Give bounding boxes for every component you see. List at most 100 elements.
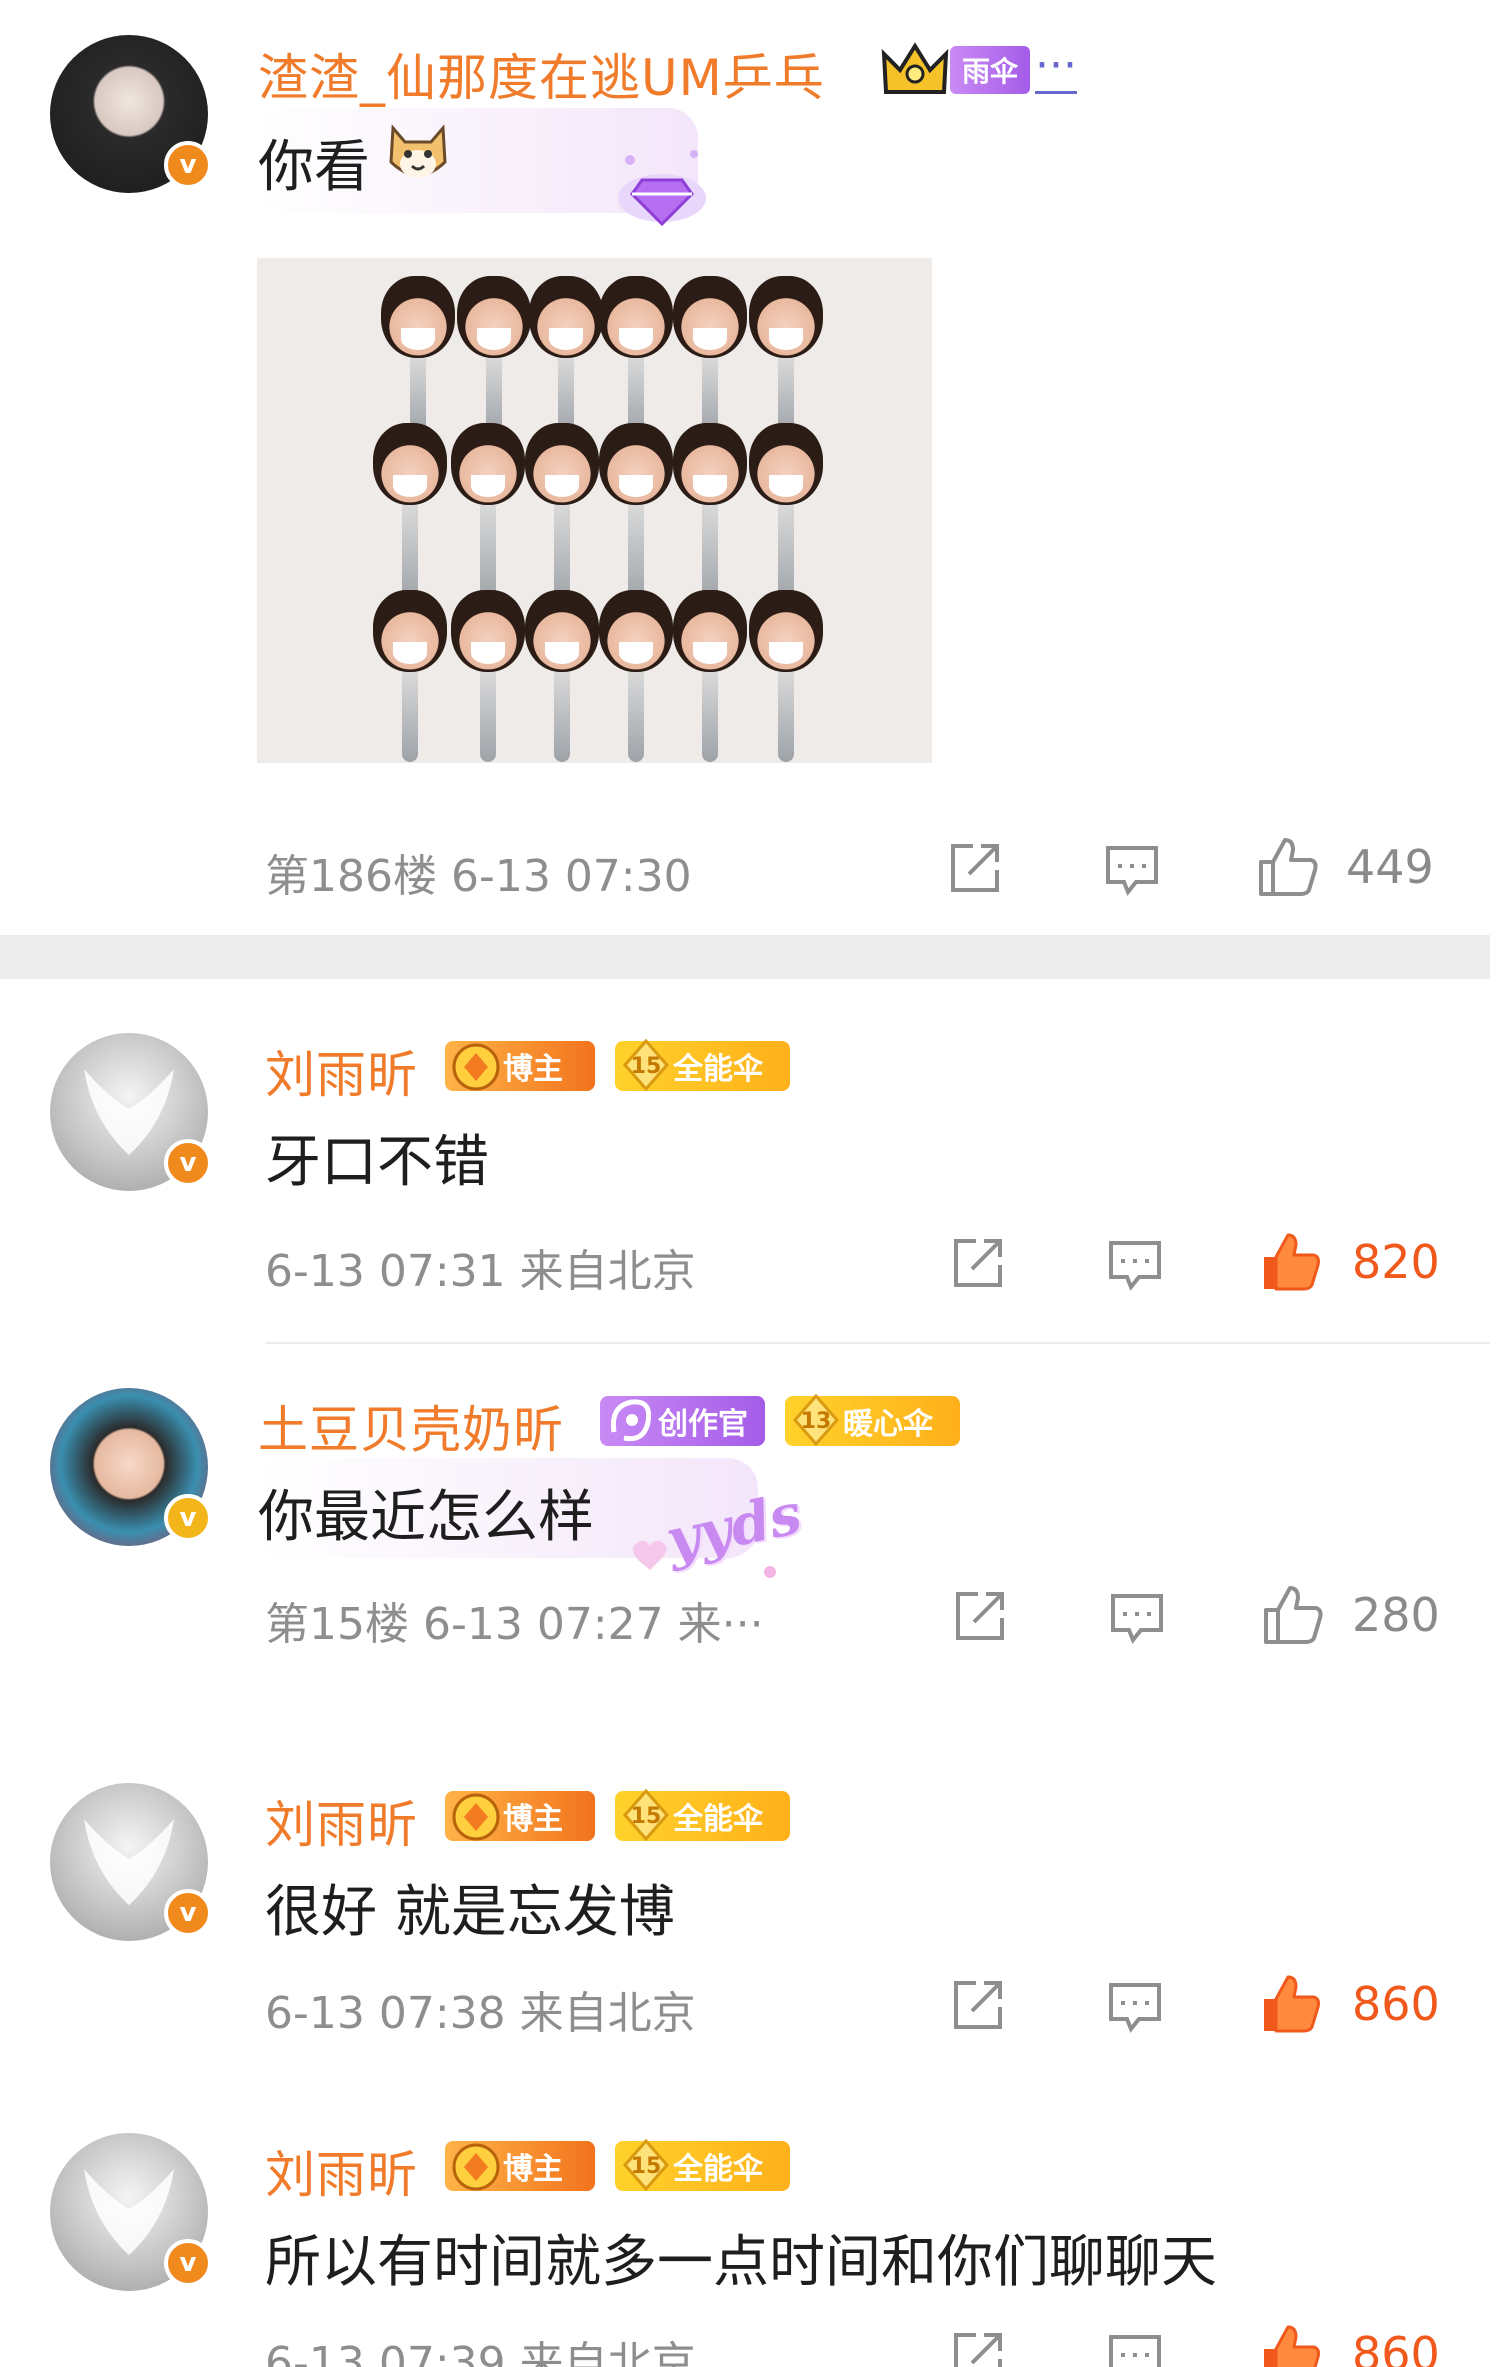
section-separator — [0, 935, 1490, 979]
photo-fan — [599, 423, 673, 605]
photo-fan — [749, 423, 823, 605]
comment-time-location: 6-13 07:31 来自北京 — [265, 1246, 696, 1297]
share-icon[interactable] — [945, 838, 1005, 898]
photo-fan — [457, 276, 531, 436]
photo-fan — [599, 276, 673, 436]
verified-icon: v — [164, 1494, 212, 1542]
avatar[interactable]: v — [50, 35, 212, 193]
avatar[interactable]: v — [50, 1783, 212, 1941]
comment-image[interactable] — [257, 258, 932, 763]
svg-text:15: 15 — [631, 1804, 662, 1829]
like-icon[interactable] — [1260, 1582, 1326, 1648]
blogger-emblem-icon — [452, 1793, 500, 1841]
verified-icon: v — [164, 141, 212, 189]
avatar-logo-icon — [84, 2169, 174, 2255]
photo-fan — [525, 423, 599, 605]
like-count: 860 — [1352, 2327, 1440, 2367]
share-icon[interactable] — [948, 1975, 1008, 2035]
comment-text: 所以有时间就多一点时间和你们聊聊天 — [265, 2230, 1217, 2295]
reply-icon[interactable] — [1102, 840, 1162, 900]
diamond-sticker-icon — [618, 150, 706, 227]
share-icon[interactable] — [950, 1586, 1010, 1646]
level-emblem-icon: 15 — [623, 1038, 669, 1092]
crown-icon — [881, 42, 949, 94]
cat-emoji-icon — [389, 124, 447, 178]
avatar[interactable]: v — [50, 1033, 212, 1191]
badge-label: 博主 — [503, 1052, 563, 1087]
reply-icon[interactable] — [1107, 1588, 1167, 1648]
photo-fan — [381, 276, 455, 436]
verified-icon: v — [164, 1889, 212, 1937]
comment-text: 你最近怎么样 — [258, 1485, 594, 1550]
reply-icon[interactable] — [1105, 1235, 1165, 1295]
like-filled-icon[interactable] — [1258, 2321, 1324, 2367]
share-icon[interactable] — [948, 1233, 1008, 1293]
photo-fan — [373, 590, 447, 762]
comment-text: 你看 — [258, 135, 370, 200]
photo-fan — [749, 276, 823, 436]
badge-umbrella[interactable]: 雨伞 — [950, 46, 1031, 94]
comment-text: 牙口不错 — [265, 1130, 489, 1195]
reply-icon[interactable] — [1105, 1977, 1165, 2037]
photo-fan — [451, 590, 525, 762]
like-count: 820 — [1352, 1235, 1440, 1289]
badge-label: 博主 — [503, 1802, 563, 1837]
badge-label: 博主 — [503, 2152, 563, 2187]
badge-blogger[interactable]: 博主 — [445, 1041, 595, 1091]
creator-emblem-icon — [610, 1399, 652, 1442]
photo-fan — [525, 590, 599, 762]
like-count: 860 — [1352, 1977, 1440, 2031]
more-link[interactable]: ··· — [1035, 40, 1077, 94]
verified-icon: v — [164, 2239, 212, 2287]
comment-floor-time: 第186楼 6-13 07:30 — [265, 851, 692, 902]
comment-time-location: 6-13 07:38 来自北京 — [265, 1988, 696, 2039]
verified-icon: v — [164, 1139, 212, 1187]
like-count: 280 — [1352, 1588, 1440, 1642]
comment-floor-time: 第15楼 6-13 07:27 来··· — [265, 1599, 764, 1650]
badge-creator[interactable]: 创作官 — [600, 1396, 765, 1446]
photo-fan — [749, 590, 823, 762]
photo-fan — [599, 590, 673, 762]
share-icon[interactable] — [948, 2327, 1008, 2367]
blogger-emblem-icon — [452, 1043, 500, 1091]
badge-label: 全能伞 — [673, 1802, 763, 1837]
comment-text: 很好 就是忘发博 — [265, 1880, 675, 1945]
photo-fan — [673, 276, 747, 436]
like-icon[interactable] — [1255, 834, 1321, 900]
username[interactable]: 刘雨昕 — [265, 1035, 418, 1107]
divider — [265, 1342, 1490, 1344]
blogger-emblem-icon — [452, 2143, 500, 2191]
username[interactable]: 刘雨昕 — [265, 1785, 418, 1857]
avatar[interactable]: v — [50, 2133, 212, 2291]
level-emblem-icon: 15 — [623, 2138, 669, 2192]
badge-blogger[interactable]: 博主 — [445, 2141, 595, 2191]
like-filled-icon[interactable] — [1258, 1971, 1324, 2037]
avatar-logo-icon — [84, 1069, 174, 1155]
like-filled-icon[interactable] — [1258, 1229, 1324, 1295]
photo-fan — [451, 423, 525, 605]
avatar-logo-icon — [84, 1819, 174, 1905]
photo-fan — [373, 423, 447, 605]
username[interactable]: 土豆贝壳奶昕 — [258, 1390, 564, 1462]
badge-umbrella[interactable]: 15 全能伞 — [615, 1038, 790, 1092]
photo-fan — [529, 276, 603, 436]
username[interactable]: 刘雨昕 — [265, 2135, 418, 2207]
comment-time-location: 6-13 07:39 来自北京 — [265, 2338, 696, 2367]
svg-text:13: 13 — [801, 1409, 832, 1434]
username[interactable]: 渣渣_仙那度在逃UM乒乓 — [258, 38, 898, 110]
badge-label: 全能伞 — [673, 2152, 763, 2187]
like-count: 449 — [1346, 840, 1434, 894]
badge-label: 全能伞 — [673, 1052, 763, 1087]
badge-blogger[interactable]: 博主 — [445, 1791, 595, 1841]
level-emblem-icon: 15 — [623, 1788, 669, 1842]
badge-umbrella[interactable]: 13 暖心伞 — [785, 1393, 960, 1447]
yyds-sticker: yyds — [620, 1481, 807, 1588]
avatar[interactable]: v — [50, 1388, 212, 1546]
level-emblem-icon: 13 — [793, 1393, 839, 1447]
photo-fan — [673, 590, 747, 762]
badge-umbrella[interactable]: 15 全能伞 — [615, 1788, 790, 1842]
reply-icon[interactable] — [1105, 2329, 1165, 2367]
badge-label: 暖心伞 — [843, 1407, 933, 1442]
svg-text:15: 15 — [631, 2154, 662, 2179]
badge-umbrella[interactable]: 15 全能伞 — [615, 2138, 790, 2192]
